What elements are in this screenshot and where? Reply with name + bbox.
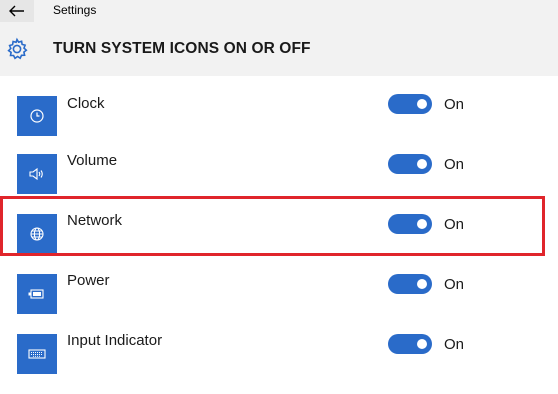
toggle-knob (417, 339, 427, 349)
title-bar: Settings (0, 0, 558, 22)
clock-toggle[interactable] (388, 94, 432, 114)
toggle-state: On (444, 216, 465, 233)
list-item-volume: Volume On (0, 152, 558, 214)
window-title: Settings (53, 3, 97, 17)
item-label: Power (67, 272, 110, 289)
item-label: Input Indicator (67, 332, 163, 349)
page-header: TURN SYSTEM ICONS ON OR OFF (0, 22, 558, 76)
list-item-network: Network On (0, 212, 558, 274)
back-arrow-icon (9, 5, 24, 17)
clock-icon (30, 109, 44, 123)
item-label: Network (67, 212, 123, 229)
toggle-state: On (444, 336, 465, 353)
volume-toggle[interactable] (388, 154, 432, 174)
toggle-state: On (444, 156, 465, 173)
network-tile (17, 214, 57, 254)
gear-icon (7, 37, 28, 60)
list-item-power: Power On (0, 272, 558, 334)
item-label: Volume (67, 152, 118, 169)
toggle-state: On (444, 96, 465, 113)
keyboard-icon (28, 349, 46, 359)
page-title: TURN SYSTEM ICONS ON OR OFF (53, 40, 311, 57)
volume-icon (29, 167, 43, 181)
list-item-input-indicator: Input Indicator On (0, 332, 558, 394)
list-item-clock: Clock On (0, 94, 558, 156)
item-label: Clock (67, 95, 105, 112)
toggle-knob (417, 279, 427, 289)
toggle-state: On (444, 276, 465, 293)
power-toggle[interactable] (388, 274, 432, 294)
clock-tile (17, 96, 57, 136)
network-globe-icon (30, 227, 44, 241)
back-button[interactable] (0, 0, 34, 22)
power-tile (17, 274, 57, 314)
network-toggle[interactable] (388, 214, 432, 234)
toggle-knob (417, 219, 427, 229)
input-indicator-tile (17, 334, 57, 374)
toggle-knob (417, 159, 427, 169)
toggle-knob (417, 99, 427, 109)
input-indicator-toggle[interactable] (388, 334, 432, 354)
battery-icon (28, 289, 44, 299)
volume-tile (17, 154, 57, 194)
